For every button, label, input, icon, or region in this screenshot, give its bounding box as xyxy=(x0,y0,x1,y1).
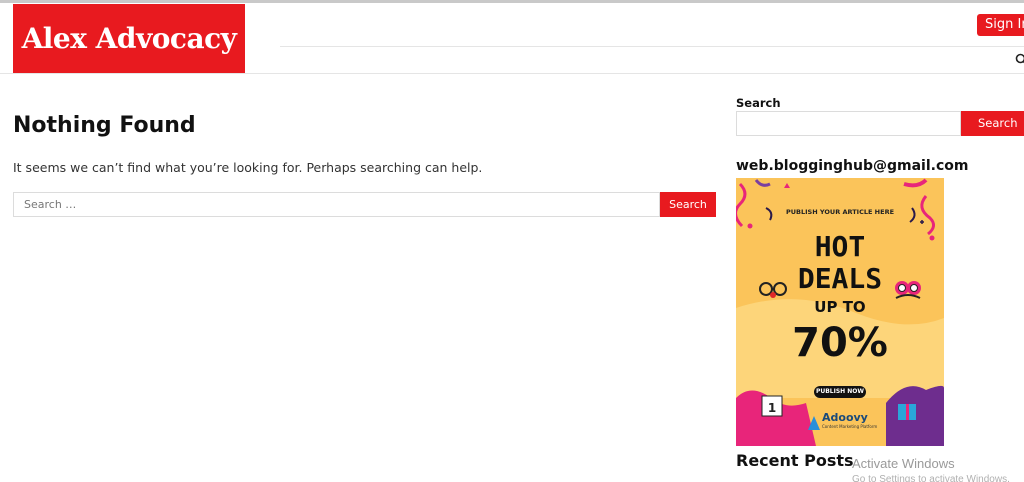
ad-line-percent: 70% xyxy=(792,320,888,366)
ad-top-text: PUBLISH YOUR ARTICLE HERE xyxy=(785,208,895,216)
sidebar-search-label: Search xyxy=(736,96,781,110)
ad-line-hot: HOT xyxy=(814,230,866,263)
header-bottom-border xyxy=(0,73,1024,74)
site-logo-text: Alex Advocacy xyxy=(21,22,237,55)
sidebar-search-input[interactable] xyxy=(736,111,961,136)
windows-activation-title: Activate Windows xyxy=(852,456,955,471)
ad-brand-name: Adoovy xyxy=(822,411,868,424)
advertisement-banner[interactable]: 1 PUBLISH YOUR ARTICLE HERE HOT DEALS UP… xyxy=(736,178,944,446)
calendar-icon: 1 xyxy=(761,395,783,417)
search-icon[interactable] xyxy=(1015,53,1024,67)
ad-brand-subtitle: Content Marketing Platform xyxy=(822,424,878,429)
site-logo[interactable]: Alex Advocacy xyxy=(13,4,245,73)
not-found-message: It seems we can’t find what you’re looki… xyxy=(13,160,483,175)
ad-line-upto: UP TO xyxy=(814,298,866,316)
browser-top-border xyxy=(0,0,1024,3)
header-divider xyxy=(280,46,1024,47)
ad-line-deals: DEALS xyxy=(797,262,883,295)
contact-email: web.blogginghub@gmail.com xyxy=(736,158,969,174)
sign-in-button[interactable]: Sign In xyxy=(977,14,1024,36)
gift-icon xyxy=(898,404,916,420)
page-title: Nothing Found xyxy=(13,113,196,138)
main-search-form: Search … Search xyxy=(13,192,716,217)
main-search-input[interactable]: Search … xyxy=(13,192,660,217)
main-search-button[interactable]: Search xyxy=(660,192,716,217)
ad-cta-button[interactable]: PUBLISH NOW xyxy=(814,386,866,398)
recent-posts-heading: Recent Posts xyxy=(736,451,854,470)
svg-text:1: 1 xyxy=(768,401,776,415)
sidebar-search-button[interactable]: Search xyxy=(961,111,1024,136)
windows-activation-subtitle: Go to Settings to activate Windows. xyxy=(852,474,1010,482)
